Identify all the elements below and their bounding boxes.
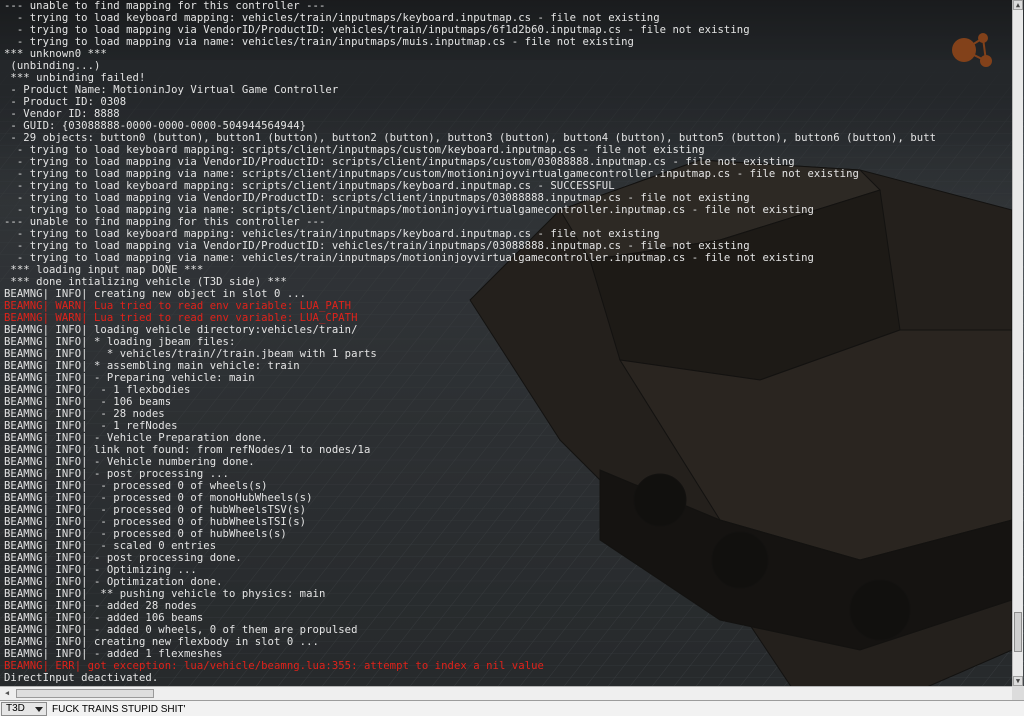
log-line: BEAMNG| INFO| - scaled 0 entries — [4, 540, 217, 552]
log-line: BEAMNG| INFO| - added 28 nodes — [4, 600, 197, 612]
scrollbar-corner — [1012, 686, 1024, 700]
log-line: BEAMNG| INFO| - 106 beams — [4, 396, 172, 408]
chevron-down-icon — [35, 707, 43, 712]
log-line: *** loading input map DONE *** — [4, 264, 204, 276]
log-line: - trying to load mapping via name: scrip… — [4, 168, 859, 180]
console-output[interactable]: --- unable to find mapping for this cont… — [0, 0, 1012, 686]
log-line: - trying to load mapping via name: scrip… — [4, 204, 814, 216]
log-line: - trying to load mapping via VendorID/Pr… — [4, 192, 750, 204]
log-line: - Vendor ID: 8888 — [4, 108, 120, 120]
log-line: *** done intializing vehicle (T3D side) … — [4, 276, 287, 288]
log-line: - trying to load mapping via name: vehic… — [4, 36, 634, 48]
log-line: BEAMNG| INFO| * vehicles/train//train.jb… — [4, 348, 377, 360]
log-line: BEAMNG| INFO| - added 106 beams — [4, 612, 204, 624]
console-log: --- unable to find mapping for this cont… — [0, 0, 1012, 684]
scroll-up-arrow-icon[interactable]: ▲ — [1013, 0, 1023, 10]
log-line: - trying to load keyboard mapping: scrip… — [4, 144, 705, 156]
log-line: BEAMNG| INFO| - post processing done. — [4, 552, 242, 564]
log-line: BEAMNG| INFO| - processed 0 of hubWheels… — [4, 528, 287, 540]
log-line-error: BEAMNG| ERR| got exception: lua/vehicle/… — [4, 660, 544, 672]
log-line: BEAMNG| INFO| - 1 flexbodies — [4, 384, 191, 396]
log-line: --- unable to find mapping for this cont… — [4, 0, 326, 12]
scroll-down-arrow-icon[interactable]: ▼ — [1013, 676, 1023, 686]
log-line: BEAMNG| INFO| creating new object in slo… — [4, 288, 307, 300]
log-line: DirectInput deactivated. — [4, 672, 159, 684]
log-line: BEAMNG| INFO| - post processing ... — [4, 468, 229, 480]
log-line: - trying to load keyboard mapping: scrip… — [4, 180, 615, 192]
log-line: BEAMNG| INFO| - Vehicle Preparation done… — [4, 432, 268, 444]
log-line: BEAMNG| INFO| - processed 0 of hubWheels… — [4, 516, 307, 528]
log-line: BEAMNG| INFO| creating new flexbody in s… — [4, 636, 319, 648]
log-line: BEAMNG| INFO| - added 0 wheels, 0 of the… — [4, 624, 358, 636]
log-line: BEAMNG| INFO| - 1 refNodes — [4, 420, 178, 432]
log-line: BEAMNG| INFO| - processed 0 of wheels(s) — [4, 480, 268, 492]
log-line: - trying to load mapping via VendorID/Pr… — [4, 156, 795, 168]
horizontal-scroll-thumb[interactable] — [16, 689, 154, 698]
log-line: BEAMNG| INFO| - processed 0 of monoHubWh… — [4, 492, 313, 504]
log-line: BEAMNG| INFO| - processed 0 of hubWheels… — [4, 504, 307, 516]
console-mode-label: T3D — [6, 703, 25, 714]
log-line-error: BEAMNG| WARN| Lua tried to read env vari… — [4, 300, 352, 312]
log-line: BEAMNG| INFO| ** pushing vehicle to phys… — [4, 588, 326, 600]
log-line: - GUID: {03088888-0000-0000-0000-5049445… — [4, 120, 307, 132]
log-line: BEAMNG| INFO| link not found: from refNo… — [4, 444, 371, 456]
log-line: BEAMNG| INFO| - added 1 flexmeshes — [4, 648, 223, 660]
log-line: - trying to load keyboard mapping: vehic… — [4, 228, 660, 240]
log-line: --- unable to find mapping for this cont… — [4, 216, 326, 228]
log-line: *** unknown0 *** — [4, 48, 107, 60]
log-line: BEAMNG| INFO| - Optimizing ... — [4, 564, 197, 576]
console-vertical-scrollbar[interactable]: ▲ ▼ — [1012, 0, 1023, 686]
log-line: - trying to load mapping via VendorID/Pr… — [4, 240, 750, 252]
console-command-input[interactable] — [50, 702, 1024, 716]
log-line: - trying to load mapping via name: vehic… — [4, 252, 814, 264]
log-line: - trying to load mapping via VendorID/Pr… — [4, 24, 750, 36]
console-command-bar: T3D — [0, 700, 1024, 716]
log-line: - trying to load keyboard mapping: vehic… — [4, 12, 660, 24]
log-line: BEAMNG| INFO| loading vehicle directory:… — [4, 324, 358, 336]
scroll-left-arrow-icon[interactable]: ◀ — [2, 689, 12, 698]
vertical-scroll-thumb[interactable] — [1014, 612, 1022, 652]
log-line: BEAMNG| INFO| * assembling main vehicle:… — [4, 360, 300, 372]
log-line-error: BEAMNG| WARN| Lua tried to read env vari… — [4, 312, 358, 324]
log-line: BEAMNG| INFO| - Vehicle numbering done. — [4, 456, 255, 468]
log-line: - Product Name: MotioninJoy Virtual Game… — [4, 84, 339, 96]
log-line: BEAMNG| INFO| - Preparing vehicle: main — [4, 372, 255, 384]
console-horizontal-scrollbar[interactable]: ◀ — [0, 686, 1012, 700]
log-line: BEAMNG| INFO| - 28 nodes — [4, 408, 165, 420]
console-mode-dropdown[interactable]: T3D — [1, 702, 47, 716]
log-line: - 29 objects: button0 (button), button1 … — [4, 132, 937, 144]
log-line: *** unbinding failed! — [4, 72, 146, 84]
log-line: BEAMNG| INFO| - Optimization done. — [4, 576, 223, 588]
log-line: (unbinding...) — [4, 60, 101, 72]
log-line: BEAMNG| INFO| * loading jbeam files: — [4, 336, 236, 348]
log-line: - Product ID: 0308 — [4, 96, 127, 108]
